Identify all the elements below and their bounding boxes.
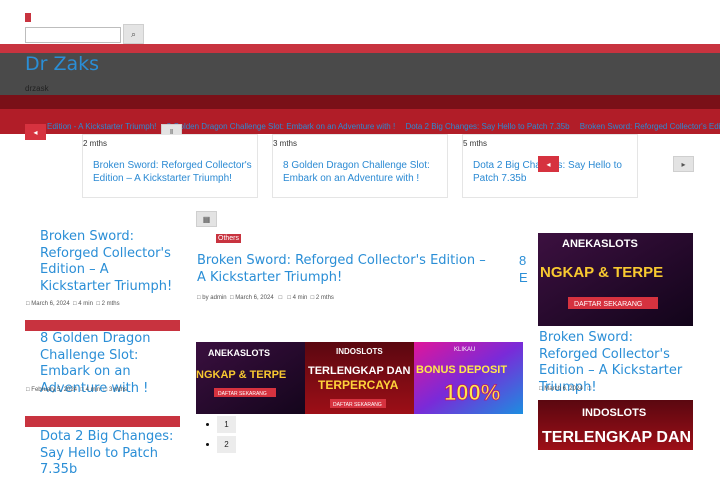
- time-icon: □: [96, 301, 100, 307]
- card-time: 5 mths: [463, 139, 488, 148]
- post-meta: □ March 6, 2024 □ 4 min □ 2 mths: [26, 301, 120, 307]
- post-title[interactable]: Broken Sword: Reforged Collector's Editi…: [197, 253, 497, 286]
- ticker-item[interactable]: Broken Sword: Reforged Collector's Editi…: [580, 122, 720, 131]
- search-input[interactable]: [25, 27, 121, 43]
- calendar-icon: □: [26, 387, 30, 393]
- banner-text: BONUS DEPOSIT: [416, 364, 507, 376]
- calendar-icon: □: [26, 301, 30, 307]
- banner-cta: DAFTAR SEKARANG: [218, 391, 267, 397]
- card-title[interactable]: Broken Sword: Reforged Collector's Editi…: [93, 159, 253, 185]
- clock-icon: □: [287, 295, 291, 301]
- calendar-icon: □: [230, 295, 234, 301]
- partial-post-title[interactable]: E: [519, 270, 528, 285]
- ticker-item[interactable]: 8 Golden Dragon Challenge Slot: Embark o…: [167, 122, 396, 131]
- time-icon: □: [310, 295, 315, 301]
- news-ticker: Edition - A Kickstarter Triumph! 8 Golde…: [0, 109, 720, 134]
- post-separator: [25, 320, 180, 331]
- cards-prev-button[interactable]: ◂: [538, 156, 559, 172]
- category-badge[interactable]: Others: [216, 234, 242, 243]
- banner-text: NGKAP & TERPE: [540, 264, 663, 281]
- section-toggle-button[interactable]: ▦: [196, 211, 217, 227]
- bullet: [206, 423, 209, 426]
- banner-text: TERLENGKAP DAN: [542, 429, 691, 446]
- ticker-item[interactable]: Dota 2 Big Changes: Say Hello to Patch 7…: [405, 122, 569, 131]
- card-time: 2 mths: [83, 139, 108, 148]
- pagination-link[interactable]: 2: [217, 436, 236, 453]
- grid-icon: ▦: [202, 214, 211, 224]
- time-icon: □: [103, 387, 108, 393]
- calendar-icon: □: [539, 386, 543, 392]
- banner-text: TERPERCAYA: [318, 378, 399, 392]
- clock-icon: □: [80, 387, 84, 393]
- post-meta: □ March 6, 2024 □: [539, 386, 592, 392]
- card-title[interactable]: 8 Golden Dragon Challenge Slot: Embark o…: [283, 159, 438, 185]
- comment-icon: □: [278, 295, 283, 301]
- post-thumbnail[interactable]: ANEKASLOTS NGKAP & TERPE DAFTAR SEKARANG: [538, 233, 693, 326]
- post-title[interactable]: Dota 2 Big Changes: Say Hello to Patch 7…: [40, 429, 180, 479]
- banner-cta: DAFTAR SEKARANG: [333, 402, 382, 408]
- comment-icon: □: [587, 386, 592, 392]
- clock-icon: □: [73, 301, 77, 307]
- promo-banner[interactable]: ANEKASLOTS NGKAP & TERPE DAFTAR SEKARANG…: [196, 342, 523, 414]
- ticker-item[interactable]: Edition - A Kickstarter Triumph!: [47, 122, 156, 131]
- pagination-link[interactable]: 1: [217, 416, 236, 433]
- ticker-prev-button[interactable]: ◂: [25, 124, 46, 140]
- chevron-left-icon: ◂: [33, 127, 38, 137]
- brand-anekaslots: ANEKASLOTS: [208, 348, 270, 358]
- top-accent-line: [0, 44, 720, 53]
- banner-text: NGKAP & TERPE: [196, 369, 286, 381]
- brand-klikau: KLIKAU: [454, 347, 475, 353]
- post-separator: [25, 416, 180, 427]
- chevron-left-icon: ◂: [546, 159, 551, 169]
- brand-anekaslots: ANEKASLOTS: [562, 238, 638, 250]
- bullet: [206, 443, 209, 446]
- nav-bar: [0, 95, 720, 109]
- post-title[interactable]: Broken Sword: Reforged Collector's Editi…: [40, 229, 180, 295]
- cards-next-button[interactable]: ▸: [673, 156, 694, 172]
- menu-toggle[interactable]: [25, 13, 31, 22]
- post-meta: □ February 5, 2024 □ 4 min □ 3 mths: [26, 387, 127, 393]
- user-icon: □: [197, 295, 201, 301]
- search-button[interactable]: ⌕: [123, 24, 144, 44]
- brand-indoslots: INDOSLOTS: [582, 407, 646, 419]
- banner-text: TERLENGKAP DAN: [308, 365, 411, 377]
- partial-post-title[interactable]: 8: [519, 253, 526, 268]
- site-title[interactable]: Dr Zaks: [25, 53, 99, 75]
- banner-cta: DAFTAR SEKARANG: [574, 301, 642, 308]
- site-description: drzask: [25, 84, 49, 93]
- post-meta: □ by admin □ March 6, 2024 □ □ 4 min □ 2…: [197, 295, 334, 301]
- site-header: [0, 53, 720, 95]
- search-icon: ⌕: [130, 28, 137, 39]
- post-thumbnail[interactable]: INDOSLOTS TERLENGKAP DAN: [538, 400, 693, 450]
- brand-indoslots: INDOSLOTS: [336, 347, 383, 356]
- chevron-right-icon: ▸: [681, 159, 686, 169]
- banner-text: 100%: [444, 380, 500, 405]
- card-time: 3 mths: [273, 139, 298, 148]
